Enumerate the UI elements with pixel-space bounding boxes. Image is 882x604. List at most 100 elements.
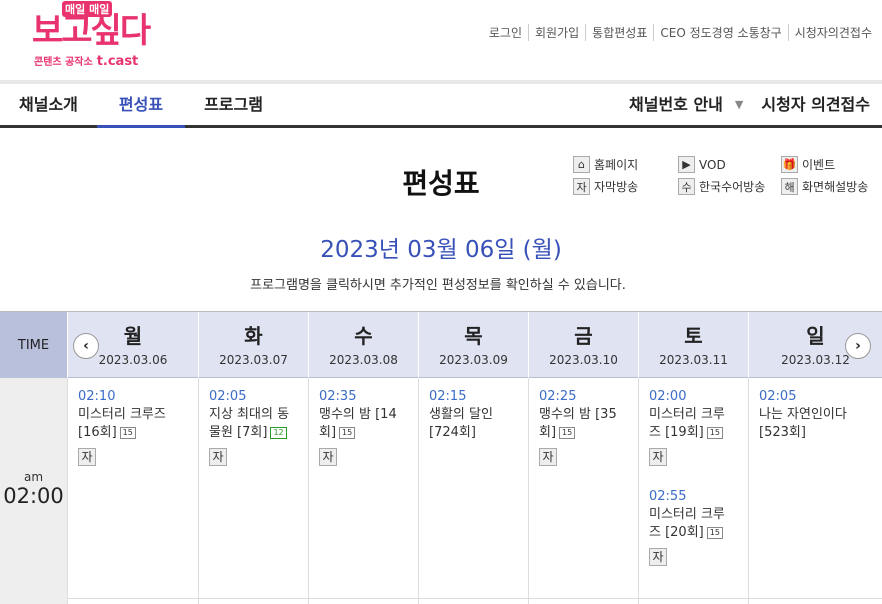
day-header[interactable]: 수 2023.03.08 — [308, 312, 418, 378]
util-link[interactable]: 회원가입 — [527, 24, 585, 41]
program-time[interactable]: 02:35 — [319, 388, 397, 406]
program-time[interactable]: 02:05 — [209, 388, 289, 406]
nav-item[interactable]: 편성표 — [96, 84, 186, 128]
day-name[interactable]: 금 — [529, 320, 638, 349]
day-column[interactable]: 02:15 생활의 달인 [724회] — [418, 378, 528, 604]
legend-label[interactable]: 자막방송 — [594, 178, 638, 195]
chevron-down-icon[interactable]: ▼ — [735, 84, 743, 125]
subtitle-icon[interactable]: 자 — [649, 548, 667, 566]
util-link[interactable]: 통합편성표 — [585, 24, 653, 41]
nav-item[interactable]: 채널소개 — [0, 84, 97, 125]
program-episode[interactable]: 물원 [7회] — [209, 425, 267, 440]
util-link[interactable]: CEO 정도경영 소통창구 — [653, 24, 787, 41]
program-title-cont[interactable]: 물원 [7회] 12 — [209, 424, 289, 442]
rating-badge[interactable]: 12 — [270, 426, 287, 439]
program-title-cont[interactable]: 회] 15 — [539, 424, 617, 442]
day-header[interactable]: 토 2023.03.11 — [638, 312, 748, 378]
subtitle-icon[interactable]: 자 — [539, 448, 557, 466]
legend-label[interactable]: 홈페이지 — [594, 156, 638, 173]
day-column[interactable]: 02:00 미스터리 크루 즈 [19회] 15 자 02:55 미스터리 크루 즈 [20회… — [638, 378, 748, 604]
prev-week-button[interactable]: ‹ — [73, 333, 99, 359]
program-episode[interactable]: 즈 [20회] — [649, 525, 704, 540]
day-name[interactable]: 수 — [309, 320, 418, 349]
day-column[interactable]: 02:05 지상 최대의 동 물원 [7회] 12 자 — [198, 378, 308, 604]
day-header[interactable]: 목 2023.03.09 — [418, 312, 528, 378]
legend-label[interactable]: VOD — [699, 158, 726, 172]
legend-item[interactable]: 자 자막방송 — [573, 178, 638, 195]
program-episode[interactable]: 회] — [319, 425, 336, 440]
program-title-cont[interactable]: 회] 15 — [319, 424, 397, 442]
day-header[interactable]: 금 2023.03.10 — [528, 312, 638, 378]
subtitle-icon[interactable]: 자 — [78, 448, 96, 466]
subtitle-icon[interactable]: 자 — [209, 448, 227, 466]
day-name[interactable]: 화 — [199, 320, 308, 349]
program-time[interactable]: 02:55 — [649, 488, 725, 506]
rating-badge[interactable]: 15 — [706, 526, 723, 539]
program-item[interactable]: 02:55 미스터리 크루 즈 [20회] 15 자 — [649, 488, 725, 567]
program-episode[interactable]: [724회] — [429, 425, 476, 440]
program-title[interactable]: 미스터리 크루 — [649, 406, 725, 424]
day-date[interactable]: 2023.03.08 — [309, 353, 418, 367]
program-title[interactable]: 나는 자연인이다 — [759, 406, 847, 424]
day-date[interactable]: 2023.03.10 — [529, 353, 638, 367]
program-time[interactable]: 02:25 — [539, 388, 617, 406]
day-column[interactable]: 02:35 맹수의 밤 [14 회] 15 자 — [308, 378, 418, 604]
program-item[interactable]: 02:10 미스터리 크루즈 [16회] 15 자 — [78, 388, 166, 467]
program-title[interactable]: 생활의 달인 — [429, 406, 493, 424]
rating-badge[interactable]: 15 — [339, 426, 356, 439]
rating-badge[interactable]: 15 — [119, 426, 136, 439]
program-title-cont[interactable]: 즈 [20회] 15 — [649, 524, 725, 542]
channel-number-link[interactable]: 채널번호 안내 — [629, 84, 723, 125]
program-title[interactable]: 지상 최대의 동 — [209, 406, 289, 424]
day-name[interactable]: 토 — [639, 320, 748, 349]
program-item[interactable]: 02:00 미스터리 크루 즈 [19회] 15 자 — [649, 388, 725, 467]
program-time[interactable]: 02:15 — [429, 388, 493, 406]
day-date[interactable]: 2023.03.11 — [639, 353, 748, 367]
program-time[interactable]: 02:00 — [649, 388, 725, 406]
rating-badge[interactable]: 15 — [706, 426, 723, 439]
day-date[interactable]: 2023.03.07 — [199, 353, 308, 367]
vod-icon[interactable]: ▶ — [678, 156, 695, 173]
day-column[interactable]: 02:05 나는 자연인이다 [523회] — [748, 378, 882, 604]
program-title[interactable]: 미스터리 크루 — [649, 506, 725, 524]
day-header[interactable]: 화 2023.03.07 — [198, 312, 308, 378]
program-item[interactable]: 02:25 맹수의 밤 [35 회] 15 자 — [539, 388, 617, 467]
program-episode[interactable]: 회] — [539, 425, 556, 440]
program-title[interactable]: 맹수의 밤 [14 — [319, 406, 397, 424]
legend-item[interactable]: ▶ VOD — [678, 156, 726, 173]
legend-label[interactable]: 한국수어방송 — [699, 178, 765, 195]
logo[interactable]: 보고싶다 매일 매일 콘텐츠 공작소 t.cast — [8, 1, 158, 73]
program-title-cont[interactable]: [16회] 15 — [78, 424, 166, 442]
day-name[interactable]: 목 — [419, 320, 528, 349]
day-column[interactable]: 02:10 미스터리 크루즈 [16회] 15 자 — [67, 378, 198, 604]
program-time[interactable]: 02:05 — [759, 388, 847, 406]
program-item[interactable]: 02:15 생활의 달인 [724회] — [429, 388, 493, 442]
program-title-cont[interactable]: [724회] — [429, 424, 493, 442]
subtitle-icon[interactable]: 자 — [573, 178, 590, 195]
day-column[interactable]: 02:25 맹수의 밤 [35 회] 15 자 — [528, 378, 638, 604]
legend-label[interactable]: 이벤트 — [802, 156, 835, 173]
subtitle-icon[interactable]: 자 — [649, 448, 667, 466]
nav-item[interactable]: 프로그램 — [185, 84, 282, 125]
viewer-opinion-link[interactable]: 시청자 의견접수 — [761, 84, 870, 125]
legend-item[interactable]: 🎁 이벤트 — [781, 156, 835, 173]
program-item[interactable]: 02:05 나는 자연인이다 [523회] — [759, 388, 847, 442]
legend-label[interactable]: 화면해설방송 — [802, 178, 868, 195]
program-item[interactable]: 02:35 맹수의 밤 [14 회] 15 자 — [319, 388, 397, 467]
legend-item[interactable]: 수 한국수어방송 — [678, 178, 765, 195]
program-episode[interactable]: [523회] — [759, 425, 806, 440]
program-title[interactable]: 맹수의 밤 [35 — [539, 406, 617, 424]
program-item[interactable]: 02:05 지상 최대의 동 물원 [7회] 12 자 — [209, 388, 289, 467]
next-week-button[interactable]: › — [845, 333, 871, 359]
home-icon[interactable]: ⌂ — [573, 156, 590, 173]
audio-description-icon[interactable]: 해 — [781, 178, 798, 195]
program-time[interactable]: 02:10 — [78, 388, 166, 406]
program-episode[interactable]: 즈 [19회] — [649, 425, 704, 440]
program-title-cont[interactable]: [523회] — [759, 424, 847, 442]
event-icon[interactable]: 🎁 — [781, 156, 798, 173]
util-link[interactable]: 시청자의견접수 — [787, 24, 878, 41]
day-date[interactable]: 2023.03.09 — [419, 353, 528, 367]
util-link[interactable]: 로그인 — [483, 24, 528, 41]
program-title[interactable]: 미스터리 크루즈 — [78, 406, 166, 424]
program-episode[interactable]: [16회] — [78, 425, 117, 440]
